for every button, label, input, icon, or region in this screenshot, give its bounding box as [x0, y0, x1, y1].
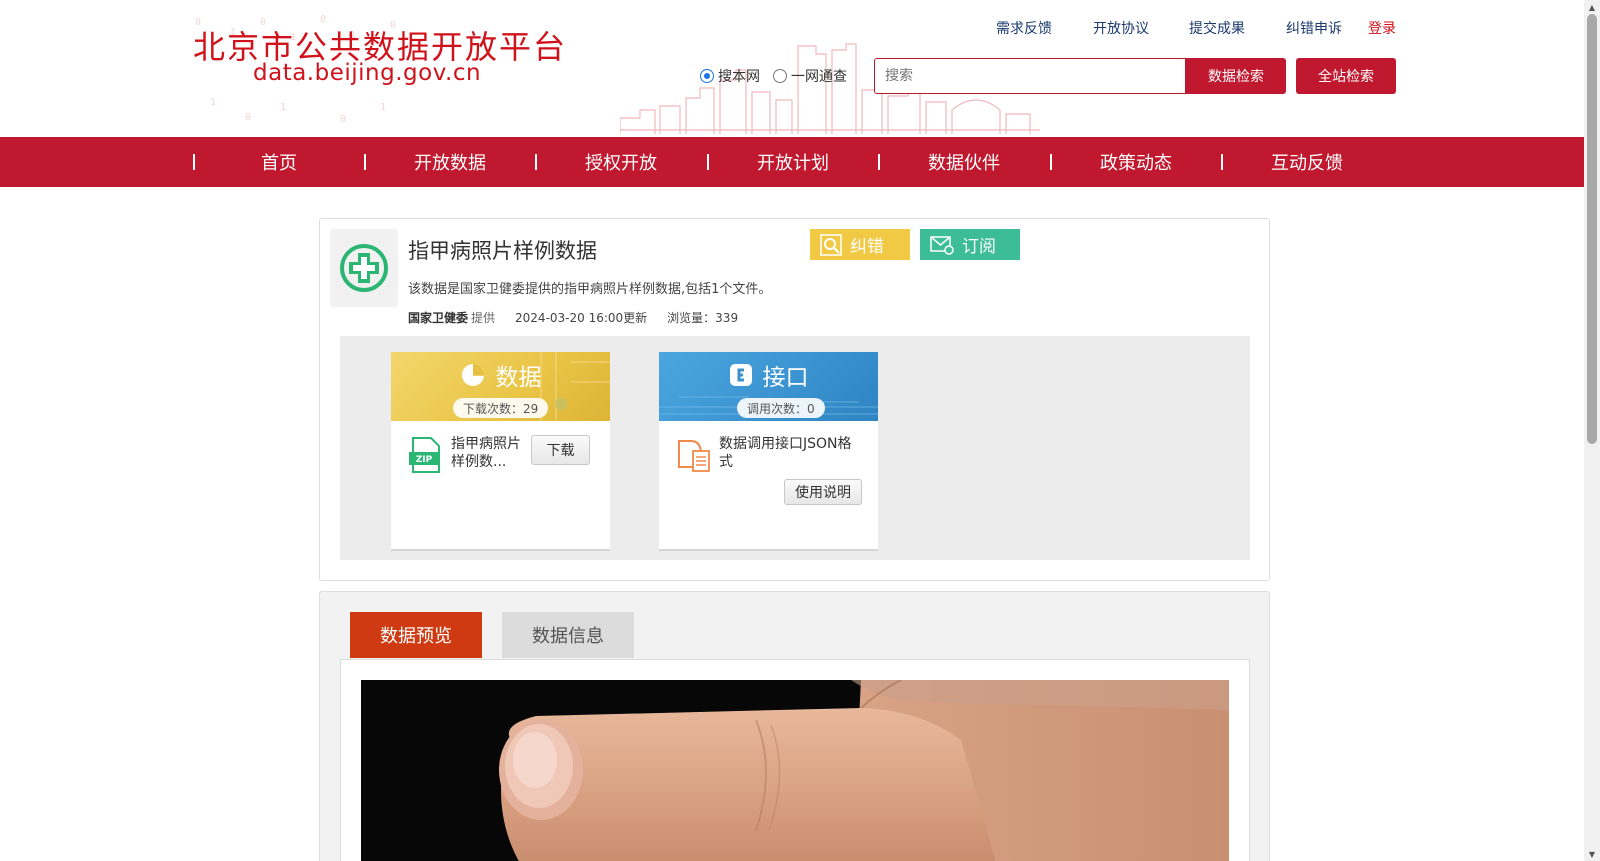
- link-demand-feedback[interactable]: 需求反馈: [996, 18, 1052, 38]
- api-file-name[interactable]: 数据调用接口JSON格式: [719, 435, 859, 471]
- api-file-row: 数据调用接口JSON格式: [677, 435, 867, 475]
- data-card-title: 数据: [391, 358, 610, 392]
- api-box-icon: [729, 364, 752, 386]
- view-count: 浏览量：339: [667, 311, 739, 325]
- svg-text:1: 1: [380, 102, 386, 113]
- nav-item-authorized-open[interactable]: 授权开放: [535, 137, 707, 187]
- zip-file-icon[interactable]: ZIP: [409, 437, 443, 473]
- usage-instructions-button[interactable]: 使用说明: [784, 479, 862, 505]
- site-logo-url[interactable]: data.beijing.gov.cn: [253, 60, 481, 86]
- download-count-badge: 下载次数：29: [453, 398, 549, 418]
- call-count-badge: 调用次数：0: [737, 398, 825, 418]
- radio-search-this-site[interactable]: 搜本网: [700, 66, 760, 86]
- nav-item-interactive-feedback[interactable]: 互动反馈: [1221, 137, 1393, 187]
- svg-text:0: 0: [340, 114, 346, 125]
- radio-label: 搜本网: [718, 69, 760, 85]
- site-search-button[interactable]: 全站检索: [1296, 58, 1396, 94]
- nav-item-open-data[interactable]: 开放数据: [364, 137, 536, 187]
- site-header: 0101 010 10101 北京市公共数据开放平台 data.beijing.…: [0, 0, 1584, 136]
- page-scrollbar[interactable]: ▲ ▼: [1584, 0, 1600, 861]
- dataset-title: 指甲病照片样例数据: [408, 239, 597, 263]
- radio-unchecked-icon: [773, 69, 787, 83]
- nav-item-home[interactable]: 首页: [193, 137, 365, 187]
- subscribe-label: 订阅: [962, 237, 996, 257]
- search-input[interactable]: [874, 58, 1186, 94]
- api-doc-icon[interactable]: [677, 437, 711, 473]
- data-download-card: 数据 下载次数：29 ZIP 指甲病照片样例数... 下载: [391, 352, 610, 549]
- correction-button[interactable]: 纠错: [810, 229, 910, 260]
- provided-label: 提供: [471, 311, 496, 325]
- api-card-title-text: 接口: [762, 365, 809, 391]
- scroll-down-arrow-icon[interactable]: ▼: [1587, 849, 1597, 859]
- link-submit-results[interactable]: 提交成果: [1189, 18, 1245, 38]
- pie-chart-icon: [461, 364, 484, 386]
- tab-data-preview[interactable]: 数据预览: [350, 612, 482, 658]
- scroll-thumb[interactable]: [1587, 14, 1597, 444]
- scroll-up-arrow-icon[interactable]: ▲: [1587, 2, 1597, 12]
- radio-one-network-search[interactable]: 一网通查: [773, 66, 847, 86]
- subscribe-button[interactable]: 订阅: [920, 229, 1020, 260]
- dataset-info-panel: 指甲病照片样例数据 该数据是国家卫健委提供的指甲病照片样例数据,包括1个文件。 …: [319, 218, 1270, 581]
- dataset-description: 该数据是国家卫健委提供的指甲病照片样例数据,包括1个文件。: [408, 282, 772, 297]
- radio-checked-icon: [700, 69, 714, 83]
- svg-text:0: 0: [245, 112, 251, 123]
- svg-text:1: 1: [210, 97, 216, 108]
- magnifier-icon: [820, 233, 842, 256]
- provider-org: 国家卫健委: [408, 311, 469, 325]
- download-button[interactable]: 下载: [531, 435, 590, 465]
- data-card-title-text: 数据: [495, 365, 542, 391]
- nail-disease-photo: [361, 680, 1229, 861]
- data-search-button[interactable]: 数据检索: [1186, 58, 1286, 94]
- correction-label: 纠错: [850, 237, 884, 257]
- data-card-header: 数据 下载次数：29: [391, 352, 610, 421]
- preview-body: [340, 659, 1250, 861]
- nav-item-policy-news[interactable]: 政策动态: [1050, 137, 1222, 187]
- green-cross-icon: [340, 244, 388, 292]
- radio-label: 一网通查: [791, 69, 847, 85]
- update-time: 2024-03-20 16:00更新: [515, 311, 648, 325]
- tab-data-info[interactable]: 数据信息: [502, 612, 634, 658]
- login-link[interactable]: 登录: [1368, 18, 1396, 38]
- mail-icon: [930, 235, 954, 255]
- api-card: 接口 调用次数：0 数据调用接口JSON格式 使用说明: [659, 352, 878, 549]
- nav-item-open-plan[interactable]: 开放计划: [707, 137, 879, 187]
- nav-item-data-partners[interactable]: 数据伙伴: [878, 137, 1050, 187]
- main-nav: 首页 开放数据 授权开放 开放计划 数据伙伴 政策动态 互动反馈: [0, 137, 1584, 187]
- finger-photo-illustration: [361, 680, 1229, 861]
- link-correction-appeal[interactable]: 纠错申诉: [1286, 18, 1342, 38]
- dataset-meta: 国家卫健委 提供 2024-03-20 16:00更新 浏览量：339: [408, 309, 738, 326]
- preview-panel: 数据预览 数据信息: [319, 591, 1270, 861]
- api-card-header: 接口 调用次数：0: [659, 352, 878, 421]
- api-card-title: 接口: [659, 358, 878, 392]
- svg-text:ZIP: ZIP: [416, 455, 433, 465]
- svg-text:1: 1: [280, 102, 286, 113]
- resource-area: 数据 下载次数：29 ZIP 指甲病照片样例数... 下载 接口 调用次数：0 …: [340, 336, 1250, 560]
- data-file-name[interactable]: 指甲病照片样例数...: [451, 435, 531, 471]
- health-commission-logo: [330, 229, 398, 307]
- link-open-agreement[interactable]: 开放协议: [1093, 18, 1149, 38]
